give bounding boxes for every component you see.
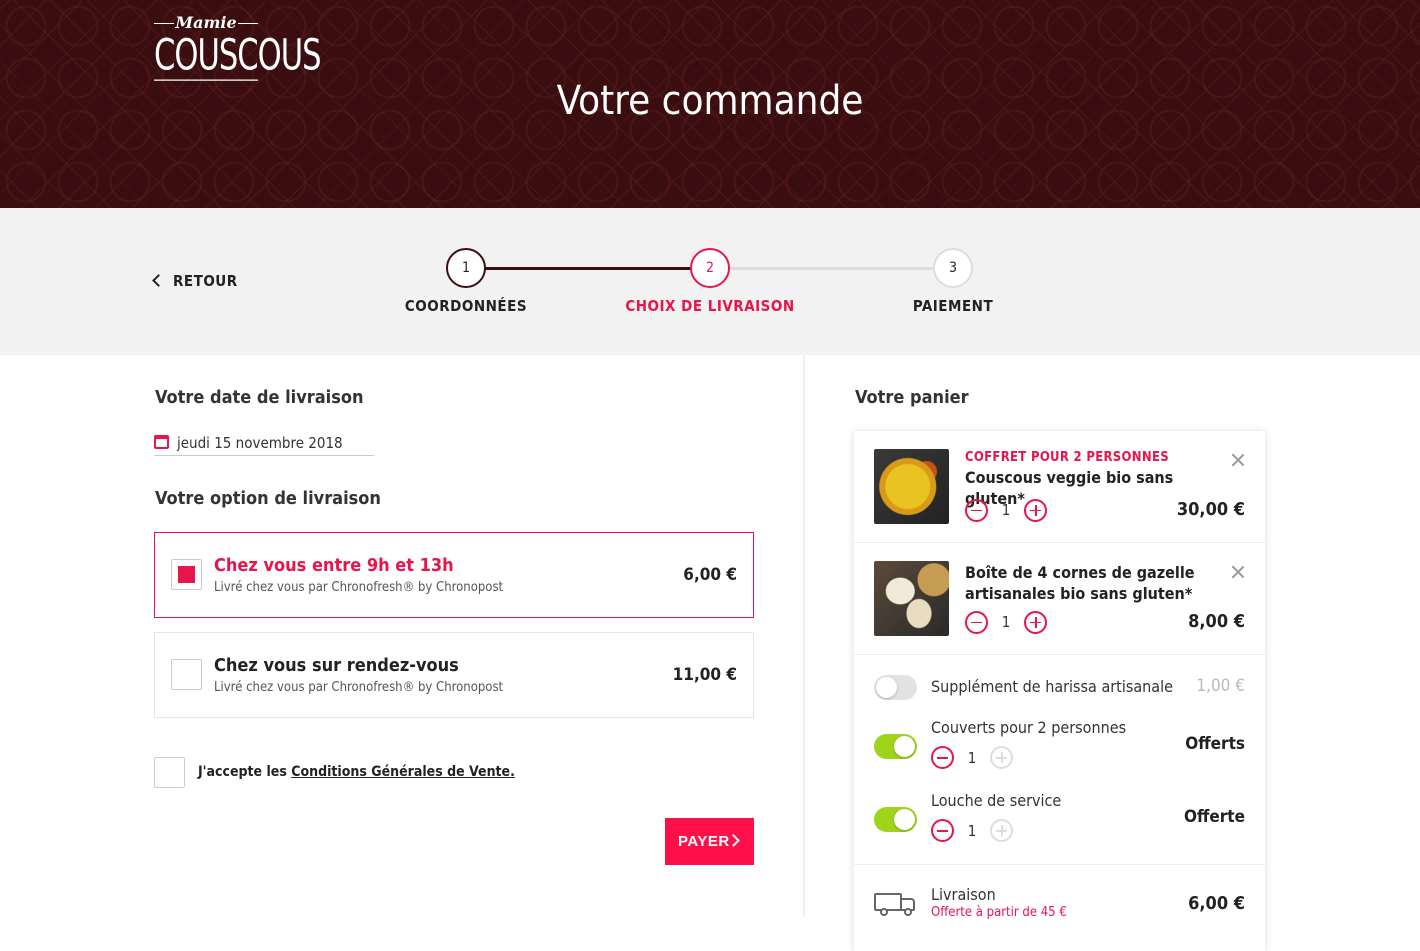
minus-icon[interactable]	[931, 746, 954, 769]
close-icon[interactable]	[1231, 565, 1245, 579]
page-header: Mamie COUSCOUS Votre commande	[0, 0, 1420, 208]
cgv-prefix: J'accepte les	[198, 764, 292, 780]
ladle-toggle[interactable]	[874, 807, 917, 832]
progress-line-todo	[729, 267, 935, 270]
quantity-value: 1	[967, 748, 977, 767]
cart-extras: Supplément de harissa artisanale 1,00 € …	[854, 655, 1265, 865]
shipping-note: Offerte à partir de 45 €	[931, 905, 1067, 920]
extra-label: Supplément de harissa artisanale	[931, 677, 1173, 696]
brand-logo[interactable]: Mamie COUSCOUS	[154, 14, 322, 81]
delivery-date-field[interactable]: jeudi 15 novembre 2018	[154, 434, 374, 456]
progress-line-done	[485, 267, 691, 270]
step-1-label[interactable]: COORDONNÉES	[366, 297, 566, 315]
extra-label: Louche de service	[931, 791, 1062, 810]
delivery-date-heading: Votre date de livraison	[155, 387, 364, 408]
back-label: RETOUR	[173, 272, 238, 290]
product-name: Boîte de 4 cornes de gazelle artisanales…	[965, 563, 1195, 603]
minus-icon[interactable]	[965, 498, 988, 522]
extra-price: Offerts	[1185, 734, 1245, 754]
minus-icon[interactable]	[965, 610, 988, 634]
shipping-price: 6,00 €	[1188, 893, 1245, 914]
plus-icon[interactable]	[1024, 610, 1047, 634]
extra-price: Offerte	[1183, 807, 1245, 827]
calendar-icon	[154, 435, 169, 449]
quantity-stepper: 1	[965, 498, 1047, 522]
option-checkbox[interactable]	[171, 559, 202, 590]
logo-wordmark: COUSCOUS	[154, 30, 322, 81]
step-2-label: CHOIX DE LIVRAISON	[625, 297, 795, 315]
delivery-date-value: jeudi 15 novembre 2018	[177, 434, 343, 452]
delivery-option-appointment[interactable]: Chez vous sur rendez-vous Livré chez vou…	[154, 632, 754, 718]
cgv-checkbox[interactable]	[154, 757, 185, 788]
option-checkbox[interactable]	[171, 659, 202, 690]
cgv-link[interactable]: Conditions Générales de Vente.	[291, 764, 515, 780]
quantity-value: 1	[967, 821, 977, 840]
extra-price: 1,00 €	[1196, 676, 1245, 696]
step-2-circle: 2	[690, 248, 730, 288]
product-tag: COFFRET POUR 2 PERSONNES	[965, 450, 1169, 465]
truck-icon	[874, 891, 916, 917]
page-title: Votre commande	[556, 78, 864, 124]
product-image	[874, 449, 949, 524]
option-subtitle: Livré chez vous par Chronofresh® by Chro…	[214, 580, 504, 595]
cart-panel: COFFRET POUR 2 PERSONNES Couscous veggie…	[854, 431, 1265, 951]
harissa-toggle[interactable]	[874, 675, 917, 700]
cutlery-toggle[interactable]	[874, 734, 917, 759]
cgv-label: J'accepte les Conditions Générales de Ve…	[198, 764, 515, 780]
cart-heading: Votre panier	[855, 387, 969, 408]
shipping-label: Livraison	[931, 885, 996, 904]
cart-item: COFFRET POUR 2 PERSONNES Couscous veggie…	[854, 431, 1265, 543]
back-link[interactable]: RETOUR	[152, 272, 238, 290]
option-subtitle: Livré chez vous par Chronofresh® by Chro…	[214, 680, 504, 695]
toggle-knob	[876, 677, 897, 698]
product-price: 8,00 €	[1188, 611, 1245, 632]
pay-label: PAYER	[678, 833, 730, 850]
plus-icon[interactable]	[990, 746, 1013, 769]
quantity-value: 1	[1001, 613, 1011, 631]
minus-icon[interactable]	[931, 819, 954, 842]
column-divider	[803, 355, 805, 917]
quantity-stepper: 1	[965, 610, 1047, 634]
toggle-knob	[894, 736, 915, 757]
option-title: Chez vous entre 9h et 13h	[214, 555, 454, 576]
delivery-option-morning[interactable]: Chez vous entre 9h et 13h Livré chez vou…	[154, 532, 754, 618]
quantity-stepper: 1	[931, 746, 1013, 769]
quantity-stepper: 1	[931, 819, 1013, 842]
step-3-circle: 3	[933, 248, 973, 288]
delivery-option-heading: Votre option de livraison	[155, 488, 381, 509]
plus-icon[interactable]	[990, 819, 1013, 842]
option-price: 11,00 €	[672, 665, 737, 685]
product-price: 30,00 €	[1176, 499, 1245, 520]
pay-button[interactable]: PAYER	[665, 818, 754, 865]
logo-script: Mamie	[154, 14, 258, 32]
close-icon[interactable]	[1231, 453, 1245, 467]
checkbox-checked-mark	[178, 566, 195, 583]
option-price: 6,00 €	[683, 565, 737, 585]
plus-icon[interactable]	[1024, 498, 1047, 522]
chevron-left-icon	[152, 274, 165, 287]
option-title: Chez vous sur rendez-vous	[214, 655, 459, 676]
product-image	[874, 561, 949, 636]
cart-item: Boîte de 4 cornes de gazelle artisanales…	[854, 543, 1265, 655]
toggle-knob	[894, 809, 915, 830]
extra-label: Couverts pour 2 personnes	[931, 718, 1127, 737]
step-3-label: PAIEMENT	[912, 297, 994, 315]
quantity-value: 1	[1001, 501, 1011, 519]
step-1-circle[interactable]: 1	[446, 248, 486, 288]
